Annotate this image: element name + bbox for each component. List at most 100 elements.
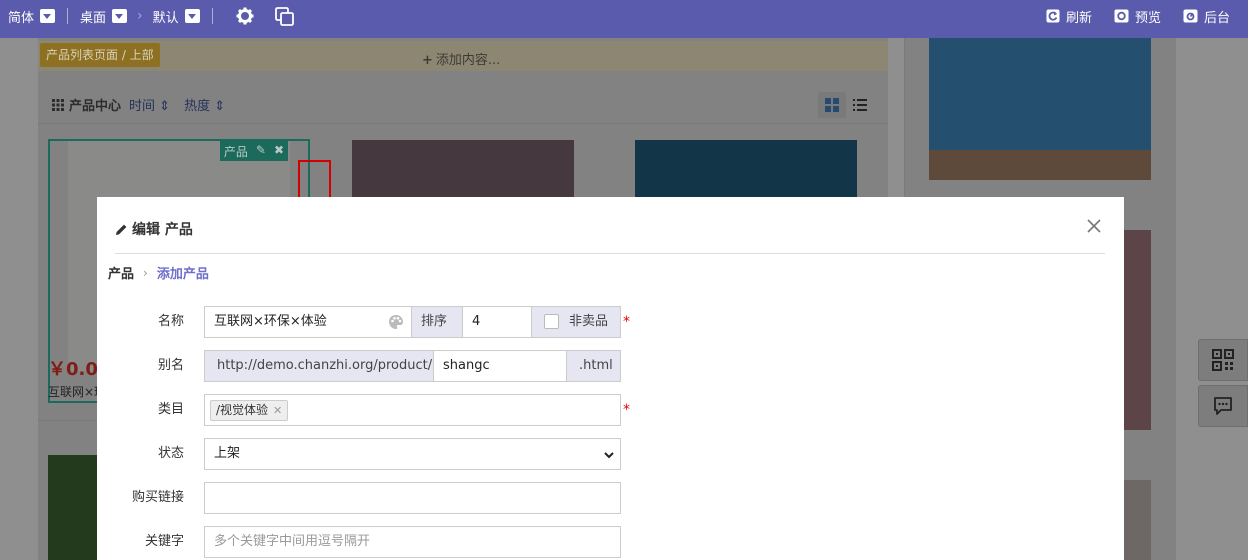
copy-button[interactable] — [275, 6, 295, 26]
language-label: 简体 — [8, 10, 35, 26]
keywords-row: 关键字 多个关键字中间用逗号隔开 — [97, 526, 1124, 558]
theme-dropdown[interactable]: 默认 — [153, 7, 200, 26]
device-dropdown[interactable]: 桌面 — [80, 7, 128, 26]
region-breadcrumb: 产品列表页面 / 上部 — [40, 43, 160, 67]
settings-button[interactable] — [235, 6, 255, 26]
caret-down-icon — [40, 9, 56, 23]
category-row: 类目 /视觉体验 ✕ * — [97, 394, 1124, 426]
name-label: 名称 — [157, 314, 184, 329]
breadcrumb-parent[interactable]: 产品 — [108, 263, 134, 282]
delete-button[interactable]: ✖ — [269, 141, 288, 161]
pencil-icon — [116, 224, 127, 235]
product-image[interactable] — [352, 140, 574, 200]
preview-label: 预览 — [1134, 10, 1161, 26]
sort-icon: ⇕ — [214, 99, 226, 114]
add-content-label: 添加内容... — [435, 53, 501, 68]
keywords-label: 关键字 — [144, 534, 184, 549]
modal-title-text: 编辑 产品 — [132, 222, 193, 238]
qrcode-button[interactable] — [1198, 339, 1248, 381]
category-select[interactable]: /视觉体验 ✕ — [204, 394, 621, 426]
palette-icon[interactable] — [388, 314, 404, 330]
chevron-right-icon: › — [137, 8, 143, 24]
theme-label: 默认 — [152, 10, 179, 26]
preview-button[interactable]: 预览 — [1114, 7, 1161, 26]
alias-suffix: .html — [579, 358, 613, 373]
modal-header: 编辑 产品 — [115, 197, 1105, 254]
copy-icon — [275, 6, 295, 26]
qrcode-icon — [1212, 349, 1234, 371]
refresh-icon — [1046, 9, 1060, 23]
grid-view-button[interactable] — [818, 92, 846, 118]
remove-icon[interactable]: ✕ — [273, 404, 282, 417]
sidebar-image[interactable] — [1124, 480, 1151, 560]
alias-suffix-addon: .html — [566, 350, 621, 382]
edit-pencil-button[interactable]: ✎ — [251, 141, 270, 161]
status-select[interactable]: 上架 — [204, 438, 621, 470]
close-button[interactable] — [1085, 217, 1103, 235]
buy-link-row: 购买链接 — [97, 482, 1124, 514]
divider — [38, 123, 888, 124]
sort-by-time-label: 时间 — [129, 99, 156, 114]
category-chip-label: /视觉体验 — [216, 403, 269, 417]
checkbox-icon[interactable] — [544, 314, 559, 329]
plus-icon: + — [422, 53, 433, 68]
alias-row: 别名 http://demo.chanzhi.org/product/id_ s… — [97, 350, 1124, 382]
product-image[interactable] — [48, 455, 98, 560]
region-banner: 产品列表页面 / 上部 + 添加内容... — [38, 41, 888, 71]
sort-by-hot[interactable]: 热度 ⇕ — [184, 95, 225, 114]
alias-label: 别名 — [157, 358, 184, 373]
category-label: 类目 — [157, 402, 184, 417]
chevron-right-icon: › — [143, 265, 148, 280]
status-row: 状态 上架 — [97, 438, 1124, 470]
th-icon — [52, 98, 64, 111]
list-title: 产品中心 — [69, 99, 122, 114]
divider — [211, 8, 213, 24]
refresh-button[interactable]: 刷新 — [1046, 7, 1092, 26]
keywords-input[interactable]: 多个关键字中间用逗号隔开 — [204, 526, 621, 558]
chat-icon — [1214, 397, 1232, 415]
chat-button[interactable] — [1198, 385, 1248, 427]
sidebar-image[interactable] — [929, 38, 1151, 180]
status-label: 状态 — [157, 446, 184, 461]
name-row: 名称 互联网×环保×体验 排序 4 非卖品 * — [97, 306, 1124, 338]
order-input[interactable]: 4 — [462, 306, 532, 338]
divider — [67, 8, 69, 24]
sort-by-time[interactable]: 时间 ⇕ — [129, 95, 170, 114]
alias-input[interactable]: shangc — [433, 350, 567, 382]
alias-value: shangc — [443, 358, 490, 373]
alias-prefix-addon: http://demo.chanzhi.org/product/id_ — [204, 350, 450, 382]
close-icon — [1087, 219, 1101, 233]
buy-link-input[interactable] — [204, 482, 621, 514]
buy-link-label: 购买链接 — [131, 490, 184, 505]
refresh-label: 刷新 — [1065, 10, 1092, 26]
alias-prefix: http://demo.chanzhi.org/product/id_ — [217, 358, 451, 373]
top-toolbar: 简体 桌面 › 默认 刷新 预览 后台 — [0, 0, 1248, 38]
status-value: 上架 — [214, 446, 241, 461]
required-asterisk: * — [623, 314, 630, 330]
modal-title: 编辑 产品 — [115, 219, 193, 239]
chevron-down-icon — [604, 452, 614, 459]
breadcrumb-current: 添加产品 — [156, 267, 209, 282]
breadcrumb: 产品 › 添加产品 — [108, 263, 209, 283]
dashboard-icon — [1183, 9, 1198, 23]
caret-down-icon — [184, 9, 200, 23]
category-chip: /视觉体验 ✕ — [210, 400, 289, 421]
floating-tools — [1198, 339, 1248, 431]
sort-by-hot-label: 热度 — [184, 99, 211, 114]
list-view-button[interactable] — [846, 92, 874, 118]
product-image[interactable] — [635, 140, 857, 200]
sidebar-image[interactable] — [1124, 230, 1151, 430]
language-dropdown[interactable]: 简体 — [8, 7, 56, 26]
caret-down-icon — [112, 9, 128, 23]
name-input[interactable]: 互联网×环保×体验 — [204, 306, 412, 338]
admin-button[interactable]: 后台 — [1183, 7, 1230, 26]
block-type-label: 产品 — [219, 141, 252, 161]
add-content-button[interactable]: + 添加内容... — [422, 49, 500, 68]
order-addon: 排序 — [411, 306, 463, 338]
name-value: 互联网×环保×体验 — [214, 314, 327, 329]
required-asterisk: * — [623, 402, 630, 418]
not-for-sale-checkbox[interactable]: 非卖品 — [531, 306, 621, 338]
edit-product-modal: 编辑 产品 产品 › 添加产品 名称 互联网×环保×体验 排序 4 非卖品 * — [97, 197, 1124, 560]
card-edit-bar: 产品 ✎ ✖ — [219, 141, 288, 161]
view-toggle — [818, 92, 874, 118]
